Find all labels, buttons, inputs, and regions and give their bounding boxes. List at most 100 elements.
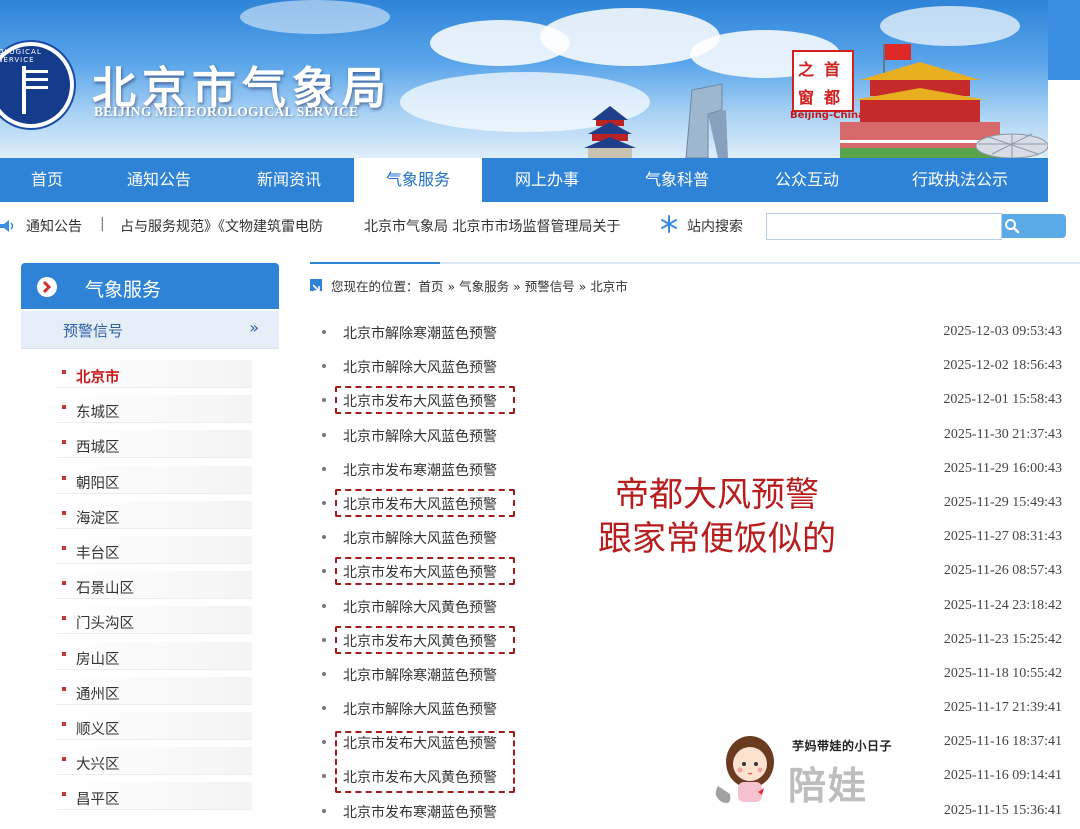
bullet-icon xyxy=(322,740,326,745)
sidebar-district-item[interactable]: 昌平区 xyxy=(56,780,252,815)
sidebar-district-item[interactable]: 门头沟区 xyxy=(56,604,252,639)
ticker-link[interactable]: 占与服务规范》《文物建筑雷电防 xyxy=(120,216,350,236)
bullet-icon xyxy=(322,432,326,437)
nav-item[interactable]: 气象科普 xyxy=(612,158,742,202)
district-label: 石景山区 xyxy=(76,581,134,598)
bullet-icon xyxy=(322,637,326,642)
warning-timestamp: 2025-11-16 09:14:41 xyxy=(943,768,1062,784)
bullet-icon xyxy=(62,616,66,621)
district-label: 西城区 xyxy=(76,440,120,457)
site-search-input[interactable] xyxy=(766,213,1002,240)
badge-char: 之 xyxy=(798,60,815,79)
bullet-icon xyxy=(62,757,66,762)
sidebar-district-item[interactable]: 房山区 xyxy=(56,640,252,675)
watermark-brand: 陪娃 xyxy=(788,764,869,808)
warning-title-link[interactable]: 北京市发布寒潮蓝色预警 xyxy=(343,460,497,480)
warning-title-link[interactable]: 北京市解除大风蓝色预警 xyxy=(343,528,497,548)
district-label: 朝阳区 xyxy=(76,475,120,492)
warning-title-link[interactable]: 北京市发布寒潮蓝色预警 xyxy=(343,802,497,822)
sidebar-district-item[interactable]: 朝阳区 xyxy=(56,464,252,499)
chevron-circle-icon xyxy=(37,277,57,297)
badge-char: 窗 xyxy=(798,88,815,107)
nav-item[interactable]: 公众互动 xyxy=(742,158,872,202)
bullet-icon xyxy=(62,792,66,797)
warning-title-link[interactable]: 北京市解除大风蓝色预警 xyxy=(343,357,497,377)
sidebar-category-label: 预警信号 xyxy=(63,322,124,340)
warning-list-item: 北京市解除大风蓝色预警 2025-11-17 21:39:41 xyxy=(318,691,1068,725)
breadcrumb: 您现在的位置：首页 » 气象服务 » 预警信号 » 北京市 xyxy=(331,279,628,294)
bullet-icon xyxy=(322,569,326,574)
watermark: 芋妈带娃的小日子 陪娃 xyxy=(710,722,920,822)
warning-timestamp: 2025-11-27 08:31:43 xyxy=(943,529,1062,545)
logo-mast xyxy=(22,66,26,114)
bullet-icon xyxy=(322,808,326,813)
warning-list-item: 北京市解除大风黄色预警 2025-11-24 23:18:42 xyxy=(318,589,1068,623)
sidebar-district-item[interactable]: 丰台区 xyxy=(56,534,252,569)
bullet-icon xyxy=(62,545,66,550)
sidebar-district-item[interactable]: 大兴区 xyxy=(56,745,252,780)
warning-timestamp: 2025-11-16 18:37:41 xyxy=(943,734,1062,750)
warning-timestamp: 2025-12-01 15:58:43 xyxy=(943,392,1062,408)
ticker-link[interactable]: 北京市气象局 北京市市场监督管理局关于 xyxy=(364,216,626,236)
sidebar-district-item[interactable]: 通州区 xyxy=(56,675,252,710)
warning-title-link[interactable]: 北京市解除大风蓝色预警 xyxy=(343,699,497,719)
bullet-icon xyxy=(62,405,66,410)
sidebar-district-item[interactable]: 石景山区 xyxy=(56,569,252,604)
district-label: 通州区 xyxy=(76,686,120,703)
bullet-icon xyxy=(322,774,326,779)
birds-nest-stadium-icon xyxy=(975,133,1048,158)
bullet-icon xyxy=(62,581,66,586)
district-label: 丰台区 xyxy=(76,545,120,562)
annotation-dashed-box xyxy=(335,557,515,586)
logo-ring-text: OLOGICAL SERVICE xyxy=(0,48,42,64)
bullet-icon xyxy=(62,686,66,691)
sidebar-category-warning-signals[interactable]: 预警信号 » xyxy=(21,311,279,349)
sidebar-header: 气象服务 xyxy=(21,263,279,309)
site-search-label: 站内搜索 xyxy=(687,219,743,235)
speaker-icon xyxy=(0,220,14,232)
annotation-dashed-box xyxy=(335,386,515,415)
search-icon xyxy=(1005,219,1020,234)
bullet-icon xyxy=(62,721,66,726)
warning-timestamp: 2025-11-17 21:39:41 xyxy=(943,700,1062,716)
cma-logo[interactable]: OLOGICAL SERVICE xyxy=(0,42,74,128)
bullet-icon xyxy=(62,510,66,515)
sidebar-district-item[interactable]: 西城区 xyxy=(56,428,252,463)
site-search-button[interactable] xyxy=(1002,214,1066,238)
district-label: 大兴区 xyxy=(76,757,120,774)
sidebar-district-item[interactable]: 海淀区 xyxy=(56,499,252,534)
warning-timestamp: 2025-12-03 09:53:43 xyxy=(943,324,1062,339)
nav-item[interactable]: 通知公告 xyxy=(94,158,224,202)
annotation-line: 跟家常便饭似的 xyxy=(598,519,836,559)
annotation-text: 帝都大风预警 跟家常便饭似的 xyxy=(582,473,852,561)
nav-item[interactable]: 气象服务 xyxy=(354,158,482,202)
nav-item[interactable]: 新闻资讯 xyxy=(224,158,354,202)
sidebar-district-item[interactable]: 东城区 xyxy=(56,393,252,428)
annotation-dashed-box xyxy=(335,488,515,517)
warning-timestamp: 2025-11-29 15:49:43 xyxy=(943,494,1062,510)
warning-title-link[interactable]: 北京市解除大风黄色预警 xyxy=(343,597,497,617)
bullet-icon xyxy=(322,603,326,608)
warning-title-link[interactable]: 北京市解除大风蓝色预警 xyxy=(343,426,497,446)
warning-list-item: 北京市发布寒潮蓝色预警 2025-11-15 15:36:41 xyxy=(318,794,1068,828)
bullet-icon xyxy=(62,651,66,656)
snowflake-icon xyxy=(661,215,677,233)
district-label: 东城区 xyxy=(76,405,120,422)
district-label: 海淀区 xyxy=(76,510,120,527)
nav-item[interactable]: 首页 xyxy=(0,158,94,202)
cctv-tower-icon xyxy=(685,83,728,158)
nav-item[interactable]: 行政执法公示 xyxy=(872,158,1048,202)
district-list: 北京市东城区西城区朝阳区海淀区丰台区石景山区门头沟区 房山区通州区顺义区大兴区昌平… xyxy=(56,358,252,815)
warning-title-link[interactable]: 北京市解除寒潮蓝色预警 xyxy=(343,323,497,343)
warning-list-item: 北京市解除大风蓝色预警 2025-12-02 18:56:43 xyxy=(318,349,1068,383)
warning-title-link[interactable]: 北京市解除寒潮蓝色预警 xyxy=(343,665,497,685)
annotation-dashed-box xyxy=(335,625,515,654)
double-chevron-icon: » xyxy=(249,318,259,337)
ticker-separator: | xyxy=(100,216,105,232)
sidebar-district-item[interactable]: 北京市 xyxy=(56,358,252,393)
nav-item[interactable]: 网上办事 xyxy=(482,158,612,202)
bullet-icon xyxy=(322,535,326,540)
warning-timestamp: 2025-12-02 18:56:43 xyxy=(943,358,1062,374)
banner-edge xyxy=(1048,0,1080,80)
sidebar-district-item[interactable]: 顺义区 xyxy=(56,710,252,745)
